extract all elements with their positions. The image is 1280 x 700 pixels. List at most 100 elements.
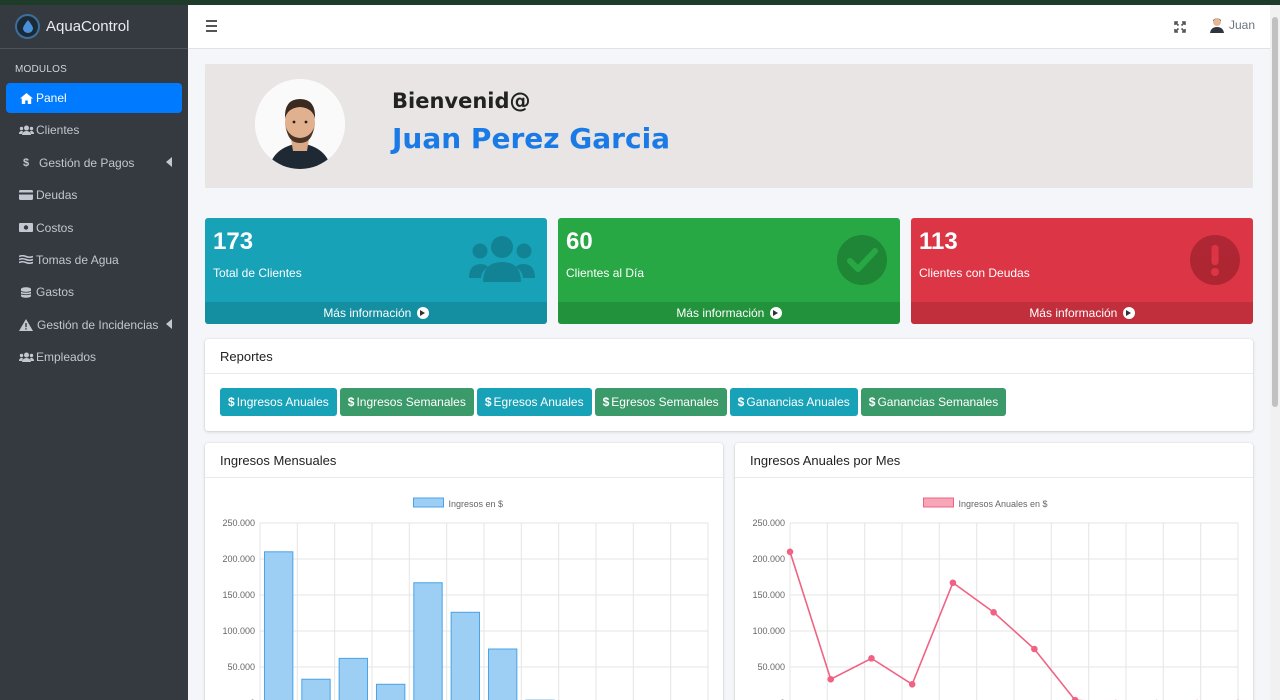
data-point xyxy=(990,608,997,616)
user-full-name: Juan Perez Garcia xyxy=(392,122,671,155)
stat-value: 173 xyxy=(213,228,254,255)
water-drop-logo-icon xyxy=(15,14,40,39)
home-icon xyxy=(18,92,34,104)
reports-card: Reportes $ Ingresos Anuales $ Ingresos Sem… xyxy=(205,339,1253,431)
exclamation-circle-icon xyxy=(1189,234,1241,289)
top-navbar: Juan xyxy=(188,5,1270,49)
sidebar-item-gestion-pagos[interactable]: $ Gestión de Pagos xyxy=(6,148,182,178)
page-scrollbar[interactable] xyxy=(1270,5,1280,700)
data-point xyxy=(786,548,794,556)
reports-title: Reportes xyxy=(205,339,1253,374)
monthly-income-bar-chart: Ingresos en $ 250.000 200.000 150.000 100.00… xyxy=(222,497,709,700)
sidebar: AquaControl MODULOS Panel Clientes $ Ges… xyxy=(0,5,188,700)
arrow-circle-right-icon xyxy=(769,307,782,319)
report-ganancias-semanales-button[interactable]: $ Ganancias Semanales xyxy=(860,388,1007,416)
report-egresos-semanales-button[interactable]: $ Egresos Semanales xyxy=(594,388,727,416)
y-tick-label: 200.000 xyxy=(222,554,255,564)
water-icon xyxy=(18,255,34,265)
arrow-circle-right-icon xyxy=(416,307,429,319)
sidebar-item-label: Gestión de Pagos xyxy=(39,155,135,170)
chevron-left-icon xyxy=(166,156,172,167)
sidebar-item-gastos[interactable]: Gastos xyxy=(6,277,182,307)
credit-card-icon xyxy=(18,190,34,201)
check-circle-icon xyxy=(836,234,888,289)
sidebar-item-label: Clientes xyxy=(36,123,80,138)
chart-title: Ingresos Mensuales xyxy=(205,443,723,478)
stat-value: 60 xyxy=(566,228,593,255)
monthly-income-card: Ingresos Mensuales Ingresos en $ 250.000 2… xyxy=(205,443,723,700)
users-icon xyxy=(18,125,34,136)
stat-label: Total de Clientes xyxy=(213,266,302,280)
stat-value: 113 xyxy=(919,228,958,255)
sidebar-item-tomas-agua[interactable]: Tomas de Agua xyxy=(6,245,182,275)
dollar-icon: $ xyxy=(737,395,745,409)
legend-label: Ingresos Anuales en $ xyxy=(959,499,1048,509)
bar xyxy=(375,683,406,700)
y-tick-label: 150.000 xyxy=(752,590,785,600)
report-egresos-anuales-button[interactable]: $ Egresos Anuales xyxy=(476,388,592,416)
sidebar-item-clientes[interactable]: Clientes xyxy=(6,115,182,145)
bar xyxy=(301,678,331,700)
dollar-icon: $ xyxy=(868,395,876,409)
y-tick-label: 250.000 xyxy=(222,518,255,528)
more-info-link[interactable]: Más información xyxy=(911,302,1253,324)
report-ingresos-anuales-button[interactable]: $ Ingresos Anuales xyxy=(220,388,337,416)
bar xyxy=(338,657,369,700)
annual-income-card: Ingresos Anuales por Mes Ingresos Anuale… xyxy=(735,443,1253,700)
stat-box-total-clientes: 173 Total de Clientes Más información xyxy=(205,218,547,324)
hamburger-menu-icon[interactable] xyxy=(206,20,217,35)
dollar-icon: $ xyxy=(484,395,492,409)
legend-swatch xyxy=(413,497,444,508)
sidebar-item-label: Costos xyxy=(36,220,74,235)
y-tick-label: 50.000 xyxy=(227,662,255,672)
y-tick-label: 100.000 xyxy=(752,626,785,636)
dollar-icon: $ xyxy=(22,156,30,169)
coins-icon xyxy=(18,287,34,298)
sidebar-item-label: Deudas xyxy=(36,188,78,203)
y-tick-label: 250.000 xyxy=(752,518,785,528)
brand[interactable]: AquaControl xyxy=(0,5,188,49)
welcome-title: Bienvenid@ xyxy=(392,89,531,113)
dollar-icon: $ xyxy=(602,395,610,409)
sidebar-item-deudas[interactable]: Deudas xyxy=(6,180,182,210)
user-menu[interactable]: Juan xyxy=(1210,17,1255,33)
bar xyxy=(487,648,518,700)
y-tick-label: 150.000 xyxy=(222,590,255,600)
sidebar-item-label: Gastos xyxy=(36,285,75,300)
dollar-icon: $ xyxy=(228,395,235,409)
sidebar-item-panel[interactable]: Panel xyxy=(6,83,182,113)
dollar-icon: $ xyxy=(347,395,355,409)
y-tick-label: 100.000 xyxy=(222,626,255,636)
data-point xyxy=(1031,645,1038,653)
chevron-left-icon xyxy=(166,318,172,329)
user-name: Juan xyxy=(1229,18,1256,32)
sidebar-item-label: Gestión de Incidencias xyxy=(37,317,159,332)
data-point xyxy=(949,579,957,587)
report-ganancias-anuales-button[interactable]: $ Ganancias Anuales xyxy=(729,388,858,416)
brand-name: AquaControl xyxy=(46,18,130,35)
sidebar-item-gestion-incidencias[interactable]: Gestión de Incidencias xyxy=(6,310,182,340)
stat-label: Clientes con Deudas xyxy=(919,266,1030,280)
user-avatar xyxy=(1210,18,1224,33)
sidebar-item-costos[interactable]: Costos xyxy=(6,213,182,243)
more-info-link[interactable]: Más información xyxy=(205,302,547,324)
stat-box-clientes-con-deudas: 113 Clientes con Deudas Más información xyxy=(911,218,1253,324)
arrow-circle-right-icon xyxy=(1122,307,1135,319)
data-point xyxy=(908,680,916,688)
users-icon xyxy=(469,234,535,285)
data-point xyxy=(868,655,875,662)
reports-button-row: $ Ingresos Anuales $ Ingresos Semanales $ E… xyxy=(220,388,1009,416)
bar xyxy=(413,582,443,700)
y-tick-label: 50.000 xyxy=(757,662,785,672)
more-info-link[interactable]: Más información xyxy=(558,302,900,324)
fullscreen-expand-icon[interactable] xyxy=(1174,21,1186,36)
sidebar-item-empleados[interactable]: Empleados xyxy=(6,342,182,372)
money-bill-icon xyxy=(18,223,34,233)
sidebar-item-label: Tomas de Agua xyxy=(36,252,119,267)
users-icon xyxy=(18,352,34,363)
sidebar-item-label: Panel xyxy=(36,91,67,105)
legend-swatch xyxy=(923,497,954,508)
report-ingresos-semanales-button[interactable]: $ Ingresos Semanales xyxy=(339,388,474,416)
welcome-banner: Bienvenid@ Juan Perez Garcia xyxy=(205,64,1253,188)
profile-photo xyxy=(255,79,345,169)
